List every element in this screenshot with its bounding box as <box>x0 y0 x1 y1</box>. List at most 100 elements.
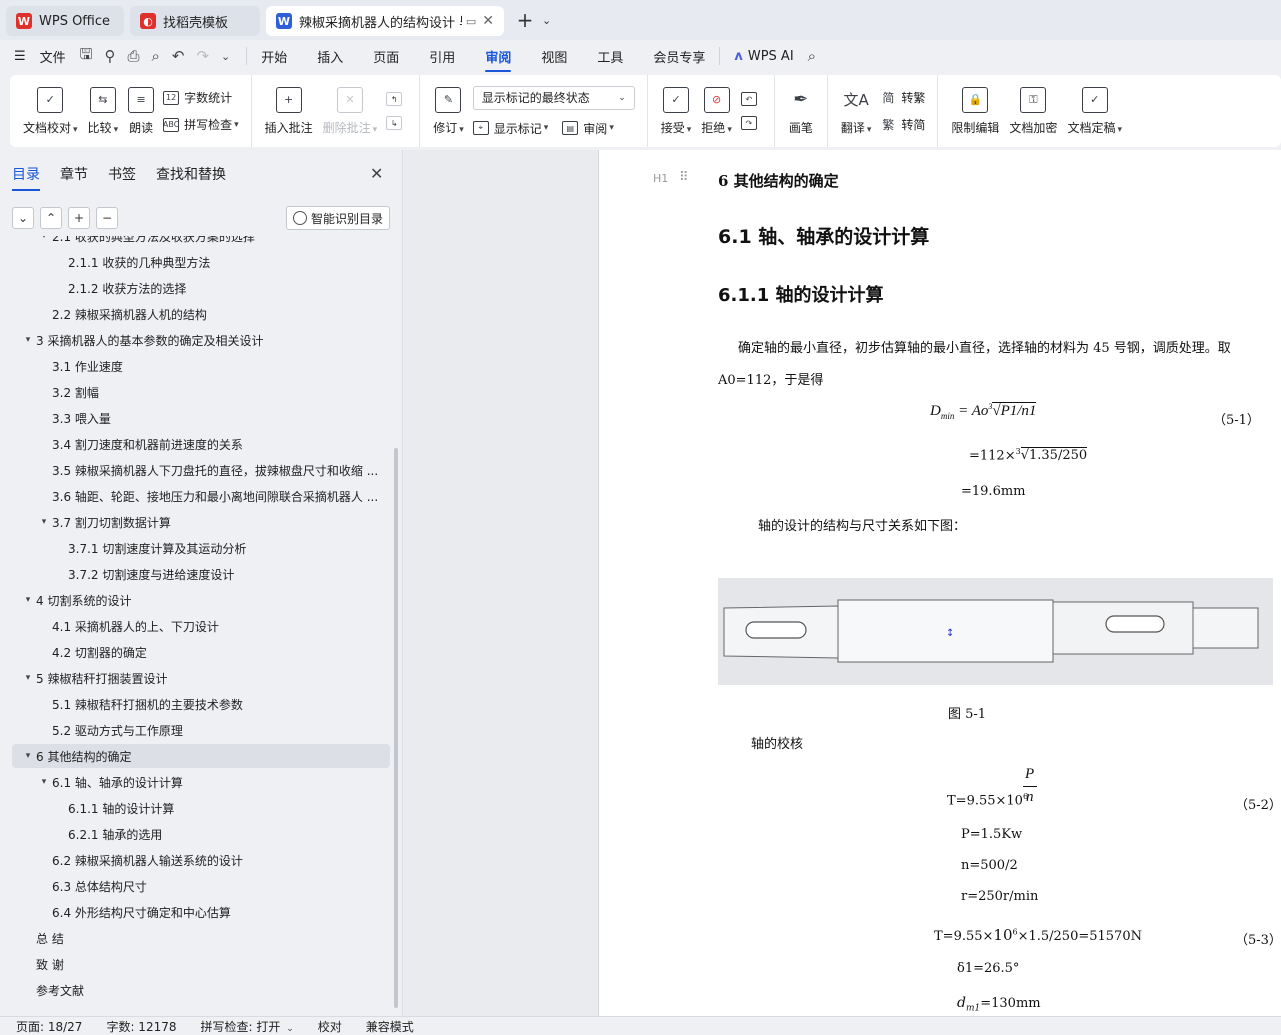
toc-scrollbar[interactable] <box>394 448 398 1008</box>
show-markup-button[interactable]: ⌖ 显示标记 ▾ <box>472 120 548 137</box>
remove-heading-minus-icon[interactable]: − <box>96 207 118 229</box>
doc-check-button[interactable]: ✓ 文档校对 ▾ <box>18 75 83 147</box>
toc-item[interactable]: 6.2.1 轴承的选用 <box>0 822 386 846</box>
toc-item[interactable]: 2.1.2 收获方法的选择 <box>0 276 386 300</box>
proofread-indicator[interactable]: 校对 <box>318 1018 342 1035</box>
wps-ai-button[interactable]: ʌ WPS AI <box>734 49 793 64</box>
menu-start[interactable]: 开始 <box>261 47 287 66</box>
next-comment-button[interactable]: ↳ <box>386 116 407 130</box>
toc-item[interactable]: 2.1.1 收获的几种典型方法 <box>0 250 386 274</box>
more-chevron-icon[interactable]: ⌄ <box>221 50 230 63</box>
toc-item[interactable]: 3.3 喂入量 <box>0 406 386 430</box>
collapse-all-chevron-up-icon[interactable]: ⌃ <box>40 207 62 229</box>
smart-toc-button[interactable]: 智能识别目录 <box>286 206 390 230</box>
spell-check-button[interactable]: ABC 拼写检查 ▾ <box>163 116 239 133</box>
toc-item[interactable]: 6.3 总体结构尺寸 <box>0 874 386 898</box>
accept-button[interactable]: ✓ 接受 ▾ <box>656 75 697 147</box>
search-icon[interactable]: ⌕ <box>808 47 816 65</box>
new-tab-button[interactable]: + <box>514 8 536 32</box>
expand-all-chevron-down-icon[interactable]: ⌄ <box>12 207 34 229</box>
menu-tools[interactable]: 工具 <box>597 47 623 66</box>
nav-tab-toc[interactable]: 目录 <box>12 164 40 191</box>
expand-caret-icon[interactable]: ▾ <box>36 777 52 787</box>
expand-caret-icon[interactable]: ▾ <box>20 751 36 761</box>
print-preview-icon[interactable]: ⌕ <box>151 47 159 65</box>
tab-wps-office[interactable]: W WPS Office <box>6 6 124 36</box>
nav-tab-bookmarks[interactable]: 书签 <box>108 164 136 184</box>
undo-icon[interactable]: ↶ <box>172 47 185 65</box>
toc-item[interactable]: 6.4 外形结构尺寸确定和中心估算 <box>0 900 386 924</box>
menu-reference[interactable]: 引用 <box>429 47 455 66</box>
reject-button[interactable]: ⊘ 拒绝 ▾ <box>696 75 737 147</box>
toc-item[interactable]: 致 谢 <box>0 952 386 976</box>
spell-check-indicator[interactable]: 拼写检查: 打开 ⌄ <box>201 1018 294 1035</box>
toc-item[interactable]: ▾ 4 切割系统的设计 <box>0 588 386 612</box>
previous-change-button[interactable]: ↶ <box>740 92 762 106</box>
previous-comment-button[interactable]: ↰ <box>386 92 407 106</box>
expand-caret-icon[interactable]: ▾ <box>20 335 36 345</box>
translate-button[interactable]: 文A 翻译 ▾ <box>836 75 877 147</box>
menu-membership[interactable]: 会员专享 <box>653 47 705 66</box>
pen-button[interactable]: ✒ 画笔 <box>783 75 819 147</box>
close-tab-icon[interactable]: ✕ <box>482 13 494 29</box>
toc-item[interactable]: ▾ 5 辣椒秸秆打捆装置设计 <box>0 666 386 690</box>
expand-caret-icon[interactable]: ▾ <box>20 673 36 683</box>
toc-item[interactable]: 5.1 辣椒秸秆打捆机的主要技术参数 <box>0 692 386 716</box>
redo-icon[interactable]: ↷ <box>196 47 209 65</box>
expand-caret-icon[interactable]: ▾ <box>36 236 52 241</box>
toc-item[interactable]: ▾ 6 其他结构的确定 <box>12 744 390 768</box>
toc-item[interactable]: 3.6 轴距、轮距、接地压力和最小离地间隙联合采摘机器人 ... <box>0 484 386 508</box>
share-icon[interactable]: ⚲ <box>104 47 115 65</box>
toc-item[interactable]: ▾ 6.1 轴、轴承的设计计算 <box>0 770 386 794</box>
page-indicator[interactable]: 页面: 18/27 <box>16 1018 82 1035</box>
tab-document[interactable]: W 辣椒采摘机器人的结构设计 毕 ▭ ✕ <box>266 6 504 36</box>
encrypt-button[interactable]: ⚿ 文档加密 <box>1004 75 1062 147</box>
toc-item[interactable]: 6.1.1 轴的设计计算 <box>0 796 386 820</box>
toc-item[interactable]: 3.2 割幅 <box>0 380 386 404</box>
to-traditional-button[interactable]: 简转繁 <box>880 89 925 106</box>
read-aloud-button[interactable]: ≡ 朗读 <box>123 75 159 147</box>
review-pane-button[interactable]: ▤ 审阅 ▾ <box>562 120 614 137</box>
to-simplified-button[interactable]: 繁转简 <box>880 116 925 133</box>
toc-item[interactable]: ▾ 3 采摘机器人的基本参数的确定及相关设计 <box>0 328 386 352</box>
word-count-indicator[interactable]: 字数: 12178 <box>106 1018 176 1035</box>
close-icon[interactable]: ✕ <box>370 164 383 183</box>
toc-item[interactable]: 3.7.1 切割速度计算及其运动分析 <box>0 536 386 560</box>
print-icon[interactable]: ⎙ <box>127 47 139 65</box>
toc-item[interactable]: 3.7.2 切割速度与进给速度设计 <box>0 562 386 586</box>
tab-list-chevron-icon[interactable]: ⌄ <box>542 14 551 27</box>
toc-item[interactable]: 总 结 <box>0 926 386 950</box>
toc-item[interactable]: 5.2 驱动方式与工作原理 <box>0 718 386 742</box>
delete-comment-button[interactable]: ✕ 删除批注 ▾ <box>318 75 383 147</box>
expand-caret-icon[interactable]: ▾ <box>36 517 52 527</box>
nav-tab-chapters[interactable]: 章节 <box>60 164 88 184</box>
track-changes-button[interactable]: ✎ 修订 ▾ <box>428 75 469 147</box>
menu-insert[interactable]: 插入 <box>317 47 343 66</box>
save-icon[interactable]: 🖫 <box>80 44 93 69</box>
menu-review[interactable]: 审阅 <box>485 47 512 72</box>
toc-item[interactable]: 6.2 辣椒采摘机器人输送系统的设计 <box>0 848 386 872</box>
word-count-button[interactable]: 12 字数统计 <box>163 89 239 106</box>
toc-item[interactable]: 4.1 采摘机器人的上、下刀设计 <box>0 614 386 638</box>
menu-page[interactable]: 页面 <box>373 47 399 66</box>
file-menu[interactable]: 文件 <box>40 47 66 66</box>
finalize-button[interactable]: ✓ 文档定稿 ▾ <box>1062 75 1127 147</box>
toc-item[interactable]: 3.1 作业速度 <box>0 354 386 378</box>
expand-caret-icon[interactable]: ▾ <box>20 595 36 605</box>
nav-tab-find-replace[interactable]: 查找和替换 <box>156 164 226 184</box>
compare-button[interactable]: ⇆ 比较 ▾ <box>83 75 124 147</box>
toc-item[interactable]: ▾ 2.1 收获的典型方法及收获方案的选择 <box>0 236 386 248</box>
add-heading-plus-icon[interactable]: + <box>68 207 90 229</box>
hamburger-icon[interactable]: ☰ <box>14 49 26 64</box>
insert-comment-button[interactable]: + 插入批注 <box>260 75 318 147</box>
monitor-icon[interactable]: ▭ <box>466 15 476 28</box>
drag-handle-icon[interactable]: ⠿ <box>679 170 689 185</box>
menu-view[interactable]: 视图 <box>541 47 567 66</box>
compatibility-mode-indicator[interactable]: 兼容模式 <box>366 1018 414 1035</box>
document-page[interactable]: H1 ⠿ 6 其他结构的确定 6.1 轴、轴承的设计计算 6.1.1 轴的设计计… <box>598 150 1281 1016</box>
toc-item[interactable]: 3.4 割刀速度和机器前进速度的关系 <box>0 432 386 456</box>
toc-item[interactable]: 4.2 切割器的确定 <box>0 640 386 664</box>
next-change-button[interactable]: ↷ <box>740 116 762 130</box>
tab-docer-templates[interactable]: ◐ 找稻壳模板 <box>130 6 260 36</box>
toc-item[interactable]: 参考文献 <box>0 978 386 1002</box>
